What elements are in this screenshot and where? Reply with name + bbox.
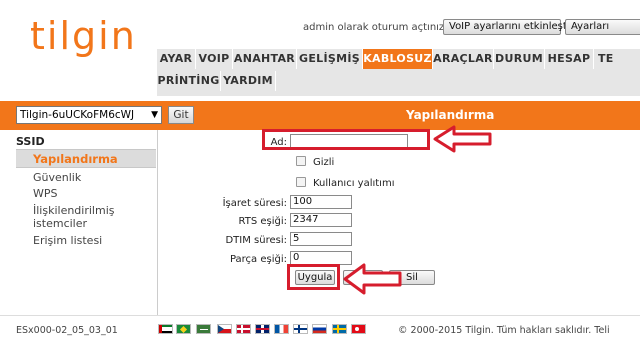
flag-sweden-icon[interactable]: [332, 324, 347, 334]
nav-tab-araclar[interactable]: ARAÇLAR: [433, 49, 494, 69]
sidebar-item-wps[interactable]: WPS: [33, 187, 58, 200]
sidebar-header-ssid: SSID: [16, 135, 45, 148]
main-navigation: AYAR VOIP ANAHTAR GELİŞMİŞ KABLOSUZ ARAÇ…: [157, 49, 640, 96]
footer-divider: [0, 315, 640, 316]
nav-tab-durum[interactable]: DURUM: [494, 49, 545, 69]
flag-uk-icon[interactable]: [255, 324, 270, 334]
page-title: Yapılandırma: [406, 108, 495, 122]
flag-arabic-icon[interactable]: [158, 324, 173, 334]
fragment-threshold-label: Parça eşiği:: [229, 254, 287, 265]
hidden-checkbox[interactable]: [296, 156, 306, 166]
chevron-down-icon: ▼: [151, 110, 158, 120]
nav-tab-te[interactable]: TE: [594, 49, 640, 69]
nav-tab-anahtar[interactable]: ANAHTAR: [233, 49, 297, 69]
go-button[interactable]: Git: [168, 106, 194, 124]
nav-tab-yardim[interactable]: YARDIM: [221, 71, 276, 91]
flag-brazil-icon[interactable]: [176, 324, 191, 334]
dtim-period-label: DTIM süresi:: [225, 235, 287, 246]
flag-czech-icon[interactable]: [217, 324, 232, 334]
sidebar-item-access-list[interactable]: Erişim listesi: [33, 234, 102, 247]
ssid-select[interactable]: Tilgin-6uUCKoFM6cWJ ▼: [16, 106, 162, 124]
flag-russia-icon[interactable]: [312, 324, 327, 334]
arrow-left-icon: [343, 263, 402, 295]
sidebar-item-associated-clients[interactable]: İlişkilendirilmiş: [33, 204, 115, 217]
client-isolation-label: Kullanıcı yalıtımı: [313, 178, 395, 189]
sidebar-item-guvenlik[interactable]: Güvenlik: [33, 171, 81, 184]
beacon-interval-input[interactable]: 100: [290, 195, 352, 209]
sidebar-separator: [157, 130, 158, 316]
settings-button[interactable]: Ayarları: [565, 19, 640, 35]
nav-tab-ayar[interactable]: AYAR: [157, 49, 196, 69]
nav-tab-kablosuz[interactable]: KABLOSUZ: [363, 49, 433, 69]
enable-voip-settings-button[interactable]: VoIP ayarlarını etkinleştir: [443, 19, 574, 35]
nav-tab-printing[interactable]: PRİNTİNG: [157, 71, 221, 91]
session-status-text: admin olarak oturum açtınız.: [303, 22, 448, 33]
flag-saudi-icon[interactable]: [196, 324, 211, 334]
flag-turkey-icon[interactable]: [351, 324, 366, 334]
nav-tab-gelismis[interactable]: GELİŞMİŞ: [297, 49, 363, 69]
beacon-interval-label: İşaret süresi:: [222, 198, 287, 209]
rts-threshold-label: RTS eşiği:: [238, 216, 288, 227]
flag-france-icon[interactable]: [274, 324, 289, 334]
copyright-text: © 2000-2015 Tilgin. Tüm hakları saklıdır…: [398, 325, 610, 336]
ssid-select-value: Tilgin-6uUCKoFM6cWJ: [20, 109, 135, 121]
nav-tab-voip[interactable]: VOIP: [196, 49, 233, 69]
flag-finland-icon[interactable]: [293, 324, 308, 334]
client-isolation-checkbox[interactable]: [296, 177, 306, 187]
nav-tab-hesap[interactable]: HESAP: [545, 49, 594, 69]
arrow-left-icon: [433, 125, 492, 153]
hidden-checkbox-label: Gizli: [313, 157, 335, 168]
dtim-period-input[interactable]: 5: [290, 232, 352, 246]
tilgin-logo: tilgin: [30, 14, 137, 58]
rts-threshold-input[interactable]: 2347: [290, 213, 352, 227]
firmware-version: ESx000-02_05_03_01: [16, 325, 118, 336]
sidebar-item-yapilandirma[interactable]: Yapılandırma: [33, 152, 118, 166]
sidebar-item-associated-clients-line2[interactable]: istemciler: [33, 217, 87, 230]
apply-button-highlight-box: [287, 264, 340, 290]
name-field-highlight-box: [262, 129, 430, 150]
flag-denmark-icon[interactable]: [236, 324, 251, 334]
